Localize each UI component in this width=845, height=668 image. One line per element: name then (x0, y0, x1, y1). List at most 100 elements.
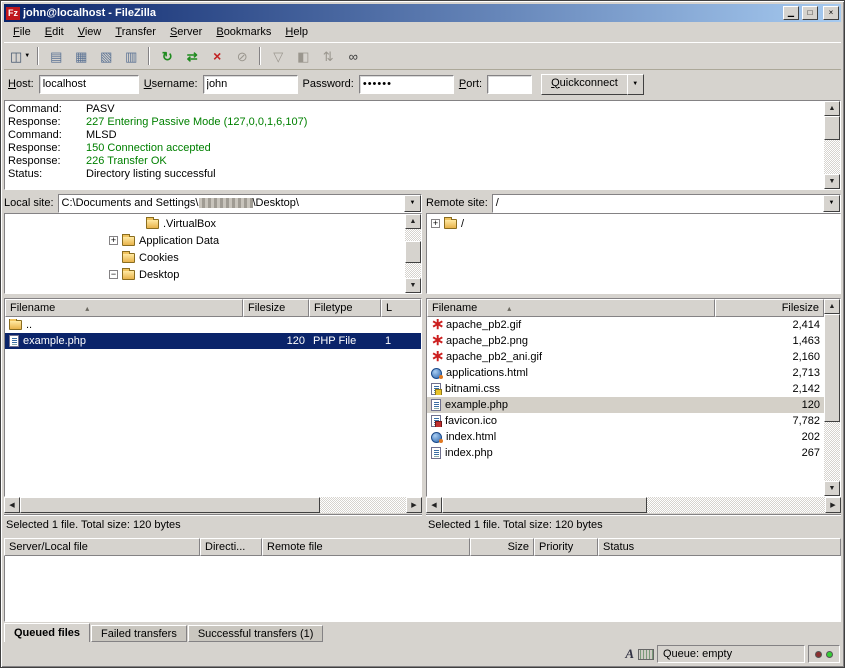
file-row[interactable]: applications.html 2,713 (427, 365, 824, 381)
port-input[interactable] (487, 75, 532, 94)
scroll-up-icon[interactable]: ▲ (824, 299, 840, 314)
tab-failed-transfers[interactable]: Failed transfers (91, 625, 187, 642)
menu-bookmarks[interactable]: Bookmarks (209, 23, 278, 41)
scroll-right-icon[interactable]: ▶ (406, 497, 422, 513)
chevron-down-icon[interactable]: ▼ (24, 53, 30, 59)
title-bar[interactable]: Fz john@localhost - FileZilla ▁ □ × (4, 4, 841, 22)
password-input[interactable] (359, 75, 454, 94)
tree-item-virtualbox[interactable]: .VirtualBox (5, 215, 405, 232)
local-horizontal-scrollbar[interactable]: ◀ ▶ (4, 497, 422, 513)
column-header-filetype[interactable]: Filetype (309, 299, 381, 317)
remote-path-combobox[interactable]: / ▼ (492, 194, 841, 213)
host-input[interactable] (39, 75, 139, 94)
scrollbar-track[interactable] (320, 497, 406, 513)
toggle-remote-tree-button[interactable]: ▧ (94, 45, 118, 67)
site-manager-button[interactable]: ◫ ▼ (8, 45, 32, 67)
scroll-right-icon[interactable]: ▶ (825, 497, 841, 513)
modified-cell: 1 (381, 335, 421, 347)
tree-item-application-data[interactable]: + Application Data (5, 232, 405, 249)
remote-path-dropdown-button[interactable]: ▼ (823, 195, 840, 212)
scrollbar-track[interactable] (647, 497, 825, 513)
column-header-priority[interactable]: Priority (534, 538, 598, 556)
file-row-example-php[interactable]: example.php 120 PHP File 1 (5, 333, 421, 349)
scroll-up-icon[interactable]: ▲ (405, 214, 421, 229)
sync-browse-button[interactable]: ⇅ (316, 45, 340, 67)
local-path-dropdown-button[interactable]: ▼ (404, 195, 421, 212)
quickconnect-button[interactable]: Quickconnect (541, 74, 628, 95)
column-header-direction[interactable]: Directi... (200, 538, 262, 556)
quickconnect-dropdown-button[interactable]: ▼ (627, 74, 644, 95)
menu-server[interactable]: Server (163, 23, 209, 41)
tree-item-desktop[interactable]: − Desktop (5, 266, 405, 283)
filter-button[interactable]: ▽ (266, 45, 290, 67)
log-line-message: 226 Transfer OK (86, 155, 167, 168)
speed-limit-icon[interactable] (638, 649, 654, 660)
maximize-button[interactable]: □ (802, 6, 818, 20)
scroll-down-icon[interactable]: ▼ (405, 278, 421, 293)
process-queue-button[interactable]: ⇄ (180, 45, 204, 67)
refresh-button[interactable]: ↻ (155, 45, 179, 67)
expand-plus-icon[interactable]: + (109, 236, 118, 245)
remote-horizontal-scrollbar[interactable]: ◀ ▶ (426, 497, 841, 513)
tree-item-cookies[interactable]: Cookies (5, 249, 405, 266)
minimize-button[interactable]: ▁ (783, 6, 799, 20)
file-row[interactable]: ∗ apache_pb2.png 1,463 (427, 333, 824, 349)
menu-edit[interactable]: Edit (38, 23, 71, 41)
local-path-combobox[interactable]: C:\Documents and Settings\\Desktop\ ▼ (58, 194, 422, 213)
scrollbar-thumb[interactable] (824, 314, 840, 422)
disconnect-button[interactable]: ⊘ (230, 45, 254, 67)
scrollbar-thumb[interactable] (824, 116, 840, 140)
menu-view[interactable]: View (71, 23, 109, 41)
scrollbar-thumb[interactable] (405, 241, 421, 263)
tab-queued-files[interactable]: Queued files (4, 623, 90, 642)
scrollbar-track[interactable] (405, 263, 421, 278)
column-header-filename[interactable]: Filename ▴ (427, 299, 715, 317)
column-header-filesize[interactable]: Filesize (243, 299, 309, 317)
scrollbar-track[interactable] (824, 140, 840, 174)
column-header-status[interactable]: Status (598, 538, 841, 556)
column-header-remote-file[interactable]: Remote file (262, 538, 470, 556)
cancel-button[interactable]: × (205, 45, 229, 67)
username-input[interactable] (203, 75, 298, 94)
toggle-local-tree-button[interactable]: ▦ (69, 45, 93, 67)
queue-list-body[interactable] (4, 556, 841, 622)
close-button[interactable]: × (823, 6, 839, 20)
menu-transfer[interactable]: Transfer (108, 23, 163, 41)
menu-help[interactable]: Help (278, 23, 315, 41)
file-row[interactable]: index.html 202 (427, 429, 824, 445)
column-header-filename[interactable]: Filename ▴ (5, 299, 243, 317)
file-row[interactable]: bitnami.css 2,142 (427, 381, 824, 397)
menu-file[interactable]: File (6, 23, 38, 41)
column-header-filesize[interactable]: Filesize (715, 299, 824, 317)
scroll-up-icon[interactable]: ▲ (824, 101, 840, 116)
expand-plus-icon[interactable]: + (431, 219, 440, 228)
scrollbar-thumb[interactable] (442, 497, 647, 513)
scroll-down-icon[interactable]: ▼ (824, 481, 840, 496)
scrollbar-track[interactable] (405, 229, 421, 241)
compare-button[interactable]: ◧ (291, 45, 315, 67)
message-log-scrollbar[interactable]: ▲ ▼ (824, 101, 840, 189)
data-type-indicator-icon[interactable]: A (624, 646, 635, 662)
toggle-queue-button[interactable]: ▥ (119, 45, 143, 67)
column-header-server-local-file[interactable]: Server/Local file (4, 538, 200, 556)
collapse-minus-icon[interactable]: − (109, 270, 118, 279)
scroll-left-icon[interactable]: ◀ (4, 497, 20, 513)
scroll-left-icon[interactable]: ◀ (426, 497, 442, 513)
tree-item-root[interactable]: + / (427, 215, 840, 232)
tab-successful-transfers[interactable]: Successful transfers (1) (188, 625, 324, 642)
file-row[interactable]: ∗ apache_pb2.gif 2,414 (427, 317, 824, 333)
file-row-parent-dir[interactable]: .. (5, 317, 421, 333)
column-header-last-modified[interactable]: L (381, 299, 421, 317)
find-button[interactable]: ∞ (341, 45, 365, 67)
scrollbar-thumb[interactable] (20, 497, 320, 513)
file-row[interactable]: favicon.ico 7,782 (427, 413, 824, 429)
local-tree-scrollbar[interactable]: ▲ ▼ (405, 214, 421, 293)
file-row-example-php[interactable]: example.php 120 (427, 397, 824, 413)
scrollbar-track[interactable] (824, 422, 840, 481)
remote-vertical-scrollbar[interactable]: ▲ ▼ (824, 299, 840, 496)
scroll-down-icon[interactable]: ▼ (824, 174, 840, 189)
file-row[interactable]: index.php 267 (427, 445, 824, 461)
file-row[interactable]: ∗ apache_pb2_ani.gif 2,160 (427, 349, 824, 365)
column-header-size[interactable]: Size (470, 538, 534, 556)
toggle-message-log-button[interactable]: ▤ (44, 45, 68, 67)
